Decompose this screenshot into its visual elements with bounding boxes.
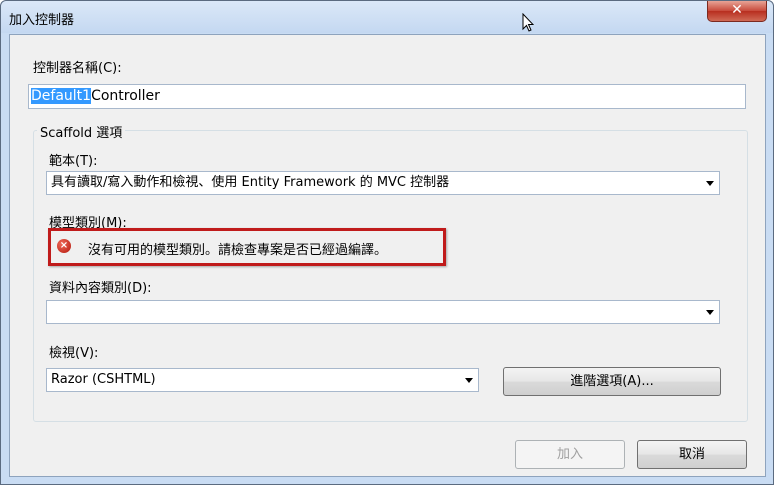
template-label: 範本(T): <box>49 154 98 169</box>
window-title: 加入控制器 <box>9 13 75 28</box>
error-message: 沒有可用的模型類別。請檢查專案是否已經過編譯。 <box>88 243 388 258</box>
chevron-down-icon[interactable] <box>706 310 714 315</box>
controller-name-selected-text: Default1 <box>31 88 92 104</box>
chevron-down-icon[interactable] <box>465 378 473 383</box>
controller-name-input[interactable]: Default1Controller <box>28 84 746 109</box>
data-context-label: 資料內容類別(D): <box>49 281 152 296</box>
close-icon: ✕ <box>731 2 743 18</box>
chevron-down-icon[interactable] <box>706 181 714 186</box>
data-context-select[interactable] <box>46 300 720 324</box>
controller-name-rest-text: Controller <box>91 88 160 104</box>
controller-name-label: 控制器名稱(C): <box>33 61 122 76</box>
mouse-cursor-icon <box>522 13 534 32</box>
title-bar[interactable]: 加入控制器 ✕ <box>1 1 773 33</box>
error-icon: × <box>57 239 71 253</box>
scaffold-options-title: Scaffold 選項 <box>37 122 126 141</box>
dialog-window: 加入控制器 ✕ 控制器名稱(C): Default1Controller Sca… <box>0 0 774 485</box>
views-select-value: Razor (CSHTML) <box>51 372 156 387</box>
add-button[interactable]: 加入 <box>515 440 625 469</box>
cancel-button[interactable]: 取消 <box>637 440 747 469</box>
close-button[interactable]: ✕ <box>707 1 767 22</box>
template-select[interactable]: 具有讀取/寫入動作和檢視、使用 Entity Framework 的 MVC 控… <box>46 171 720 195</box>
views-label: 檢視(V): <box>49 346 99 361</box>
model-class-error: × 沒有可用的模型類別。請檢查專案是否已經過編譯。 <box>48 228 446 266</box>
advanced-options-button[interactable]: 進階選項(A)... <box>503 367 721 396</box>
views-select[interactable]: Razor (CSHTML) <box>46 368 479 392</box>
template-select-value: 具有讀取/寫入動作和檢視、使用 Entity Framework 的 MVC 控… <box>51 175 450 190</box>
